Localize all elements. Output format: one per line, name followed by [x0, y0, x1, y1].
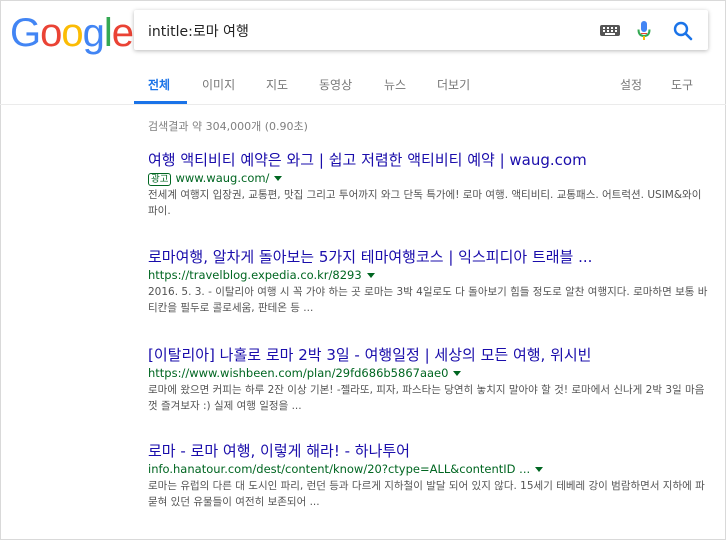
result-url-text: https://travelblog.expedia.co.kr/8293	[148, 268, 362, 282]
result-url: info.hanatour.com/dest/content/know/20?c…	[148, 462, 708, 477]
result-title-link[interactable]: [이탈리아] 나홀로 로마 2박 3일 - 여행일정 | 세상의 모든 여행, …	[148, 346, 708, 364]
logo-letter: l	[103, 11, 113, 55]
logo-letter: o	[40, 11, 62, 55]
result-snippet: 로마는 유럽의 다른 대 도시인 파리, 런던 등과 다르게 지하철이 발달 되…	[148, 480, 705, 508]
ad-badge: 광고	[148, 173, 172, 186]
result-snippet: 2016. 5. 3. - 이탈리아 여행 시 꼭 가야 하는 곳 로마는 3박…	[148, 286, 708, 314]
tab-videos[interactable]: 동영상	[319, 76, 352, 93]
result-url: https://www.wishbeen.com/plan/29fd686b58…	[148, 366, 708, 381]
settings-link[interactable]: 설정	[620, 76, 642, 93]
result-url-text: https://www.wishbeen.com/plan/29fd686b58…	[148, 366, 449, 380]
google-logo[interactable]: Google	[10, 11, 134, 55]
result-url: 광고 www.waug.com/	[148, 171, 708, 186]
search-icon[interactable]	[672, 20, 694, 42]
result-url-text: www.waug.com/	[175, 171, 270, 185]
tab-news[interactable]: 뉴스	[384, 76, 406, 93]
tab-more[interactable]: 더보기	[437, 76, 470, 93]
search-input[interactable]: intitle:로마 여행	[148, 21, 249, 41]
tab-images[interactable]: 이미지	[202, 76, 235, 93]
logo-letter: g	[82, 11, 105, 55]
tab-maps[interactable]: 지도	[266, 76, 288, 93]
search-result: 로마 - 로마 여행, 이렇게 해라! - 하나투어 info.hanatour…	[148, 442, 708, 510]
result-snippet: 전세계 여행지 입장권, 교통편, 맛집 그리고 투어까지 와그 단독 특가에!…	[148, 189, 702, 217]
search-box[interactable]: intitle:로마 여행	[134, 10, 708, 50]
result-url: https://travelblog.expedia.co.kr/8293	[148, 268, 708, 283]
result-title-link[interactable]: 로마 - 로마 여행, 이렇게 해라! - 하나투어	[148, 442, 708, 460]
result-stats: 검색결과 약 304,000개 (0.90초)	[148, 120, 308, 133]
search-result: [이탈리아] 나홀로 로마 2박 3일 - 여행일정 | 세상의 모든 여행, …	[148, 346, 708, 414]
search-result: 로마여행, 알차게 돌아보는 5가지 테마여행코스 | 익스피디아 트래블 ..…	[148, 248, 708, 316]
search-result: 여행 액티비티 예약은 와그 | 쉽고 저렴한 액티비티 예약 | waug.c…	[148, 151, 708, 219]
logo-letter: G	[10, 11, 41, 55]
result-snippet: 로마에 왔으면 커피는 하루 2잔 이상 기본! -젤라또, 피자, 파스타는 …	[148, 384, 705, 412]
result-url-text: info.hanatour.com/dest/content/know/20?c…	[148, 462, 531, 476]
dropdown-arrow-icon[interactable]	[453, 371, 462, 376]
dropdown-arrow-icon[interactable]	[535, 467, 544, 472]
dropdown-arrow-icon[interactable]	[366, 273, 375, 278]
microphone-icon[interactable]	[636, 20, 652, 42]
keyboard-icon[interactable]	[600, 25, 620, 36]
search-nav-bar: 전체 이미지 지도 동영상 뉴스 더보기 설정 도구	[0, 64, 726, 105]
result-title-link[interactable]: 로마여행, 알차게 돌아보는 5가지 테마여행코스 | 익스피디아 트래블 ..…	[148, 248, 708, 266]
active-tab-indicator	[134, 101, 187, 104]
logo-letter: e	[111, 11, 134, 55]
tools-link[interactable]: 도구	[671, 76, 693, 93]
result-title-link[interactable]: 여행 액티비티 예약은 와그 | 쉽고 저렴한 액티비티 예약 | waug.c…	[148, 151, 708, 169]
dropdown-arrow-icon[interactable]	[274, 176, 283, 181]
tab-all[interactable]: 전체	[148, 76, 170, 93]
logo-letter: o	[61, 11, 83, 55]
